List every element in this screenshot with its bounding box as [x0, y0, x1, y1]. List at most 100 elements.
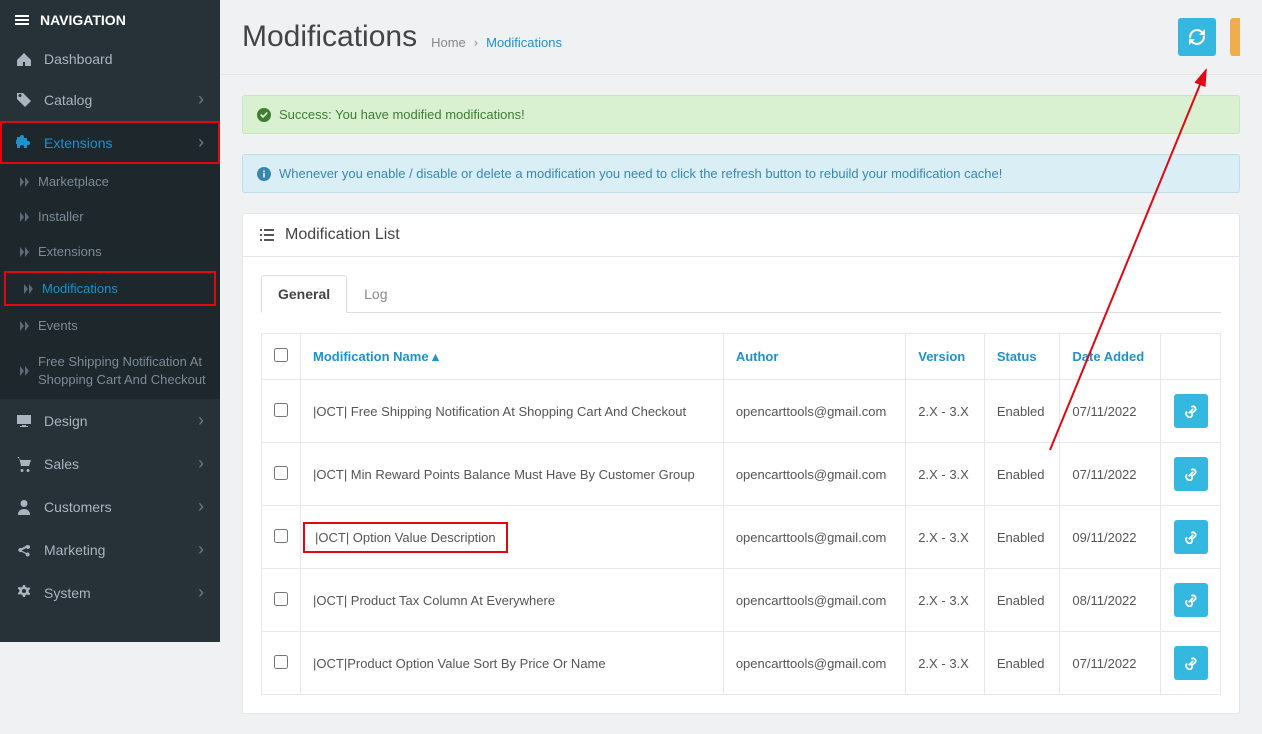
- check-circle-icon: [257, 108, 271, 122]
- tab-log[interactable]: Log: [347, 275, 404, 313]
- table-row: |OCT| Min Reward Points Balance Must Hav…: [262, 443, 1221, 506]
- col-date[interactable]: Date Added: [1060, 334, 1161, 380]
- mod-name-highlighted: |OCT| Option Value Description: [303, 522, 508, 553]
- double-chevron-icon: [20, 321, 30, 331]
- sidebar-subitem-label: Modifications: [42, 281, 118, 296]
- alert-success: Success: You have modified modifications…: [242, 95, 1240, 134]
- chevron-right-icon: ›: [198, 410, 204, 431]
- alert-info-text: Whenever you enable / disable or delete …: [279, 166, 1002, 181]
- col-author[interactable]: Author: [723, 334, 905, 380]
- cell-author: opencarttools@gmail.com: [723, 443, 905, 506]
- dashboard-icon: [16, 51, 32, 67]
- clear-button-partial[interactable]: [1230, 18, 1240, 56]
- cell-version: 2.X - 3.X: [906, 443, 985, 506]
- sidebar-subitem-installer[interactable]: Installer: [0, 199, 220, 234]
- sidebar-item-system[interactable]: System›: [0, 571, 220, 614]
- row-checkbox[interactable]: [274, 466, 288, 480]
- info-circle-icon: [257, 167, 271, 181]
- double-chevron-icon: [20, 247, 30, 257]
- link-button[interactable]: [1174, 646, 1208, 680]
- cell-date: 07/11/2022: [1060, 443, 1161, 506]
- sidebar-subitem-modifications[interactable]: Modifications: [4, 271, 216, 306]
- cell-name: |OCT| Min Reward Points Balance Must Hav…: [301, 443, 724, 506]
- panel-header: Modification List: [243, 214, 1239, 257]
- cell-date: 07/11/2022: [1060, 380, 1161, 443]
- main-content: Modifications Home › Modifications Succe…: [220, 0, 1262, 734]
- table-row: |OCT| Option Value Description opencartto…: [262, 506, 1221, 569]
- cell-name: |OCT|Product Option Value Sort By Price …: [301, 632, 724, 695]
- page-header: Modifications Home › Modifications: [220, 0, 1262, 75]
- col-status[interactable]: Status: [984, 334, 1060, 380]
- col-name[interactable]: Modification Name ▴: [301, 334, 724, 380]
- breadcrumb-sep: ›: [474, 35, 478, 50]
- modifications-table: Modification Name ▴ Author Version Statu…: [261, 333, 1221, 695]
- row-checkbox[interactable]: [274, 592, 288, 606]
- cell-status: Enabled: [984, 632, 1060, 695]
- chevron-right-icon: ›: [198, 89, 204, 110]
- tab-general[interactable]: General: [261, 275, 347, 313]
- table-row: |OCT| Product Tax Column At Everywhereop…: [262, 569, 1221, 632]
- link-button[interactable]: [1174, 520, 1208, 554]
- row-checkbox[interactable]: [274, 655, 288, 669]
- table-row: |OCT|Product Option Value Sort By Price …: [262, 632, 1221, 695]
- panel-title: Modification List: [285, 226, 400, 244]
- cart-icon: [16, 456, 32, 472]
- cell-version: 2.X - 3.X: [906, 632, 985, 695]
- link-button[interactable]: [1174, 583, 1208, 617]
- sidebar-submenu-extensions: Marketplace Installer Extensions Modificati…: [0, 164, 220, 399]
- row-checkbox[interactable]: [274, 529, 288, 543]
- sidebar-item-customers[interactable]: Customers›: [0, 485, 220, 528]
- nav-header-label: NAVIGATION: [40, 0, 126, 40]
- double-chevron-icon: [20, 177, 30, 187]
- page-title: Modifications: [242, 20, 417, 54]
- sidebar-item-extensions[interactable]: Extensions›: [0, 121, 220, 164]
- sidebar-subitem-extensions-sub[interactable]: Extensions: [0, 234, 220, 269]
- sidebar-subitem-label: Free Shipping Notification At Shopping C…: [38, 353, 214, 389]
- chevron-right-icon: ›: [198, 453, 204, 474]
- link-icon: [1184, 530, 1198, 544]
- col-checkbox: [262, 334, 301, 380]
- tag-icon: [16, 92, 32, 108]
- breadcrumb-current[interactable]: Modifications: [486, 35, 562, 50]
- alert-success-text: Success: You have modified modifications…: [279, 107, 525, 122]
- cell-author: opencarttools@gmail.com: [723, 569, 905, 632]
- col-version[interactable]: Version: [906, 334, 985, 380]
- cell-status: Enabled: [984, 443, 1060, 506]
- cell-version: 2.X - 3.X: [906, 380, 985, 443]
- link-button[interactable]: [1174, 457, 1208, 491]
- link-icon: [1184, 404, 1198, 418]
- sidebar-subitem-free-ship[interactable]: Free Shipping Notification At Shopping C…: [0, 343, 220, 399]
- cell-status: Enabled: [984, 380, 1060, 443]
- sort-asc-icon: ▴: [432, 349, 439, 364]
- sidebar-item-label: Marketing: [44, 542, 105, 558]
- alert-info: Whenever you enable / disable or delete …: [242, 154, 1240, 193]
- cell-name: |OCT| Product Tax Column At Everywhere: [301, 569, 724, 632]
- sidebar-item-label: Dashboard: [44, 51, 113, 67]
- refresh-button[interactable]: [1178, 18, 1216, 56]
- chevron-right-icon: ›: [198, 539, 204, 560]
- cell-author: opencarttools@gmail.com: [723, 506, 905, 569]
- col-action: [1161, 334, 1221, 380]
- double-chevron-icon: [20, 212, 30, 222]
- sidebar-subitem-events[interactable]: Events: [0, 308, 220, 343]
- sidebar-item-catalog[interactable]: Catalog ›: [0, 78, 220, 121]
- sidebar-subitem-label: Installer: [38, 209, 84, 224]
- sidebar-item-marketing[interactable]: Marketing ›: [0, 528, 220, 571]
- sidebar-subitem-marketplace[interactable]: Marketplace: [0, 164, 220, 199]
- select-all-checkbox[interactable]: [274, 348, 288, 362]
- sidebar-subitem-label: Events: [38, 318, 78, 333]
- share-icon: [16, 542, 32, 558]
- sidebar-item-label: Catalog: [44, 92, 92, 108]
- row-checkbox[interactable]: [274, 403, 288, 417]
- sidebar-item-dashboard[interactable]: Dashboard: [0, 40, 220, 78]
- link-icon: [1184, 593, 1198, 607]
- chevron-right-icon: ›: [198, 582, 204, 603]
- breadcrumb-home[interactable]: Home: [431, 35, 466, 50]
- link-button[interactable]: [1174, 394, 1208, 428]
- cell-name: |OCT| Option Value Description: [301, 506, 724, 569]
- double-chevron-icon: [24, 284, 34, 294]
- cell-version: 2.X - 3.X: [906, 506, 985, 569]
- sidebar-item-sales[interactable]: Sales›: [0, 442, 220, 485]
- double-chevron-icon: [20, 366, 30, 376]
- sidebar-item-design[interactable]: Design›: [0, 399, 220, 442]
